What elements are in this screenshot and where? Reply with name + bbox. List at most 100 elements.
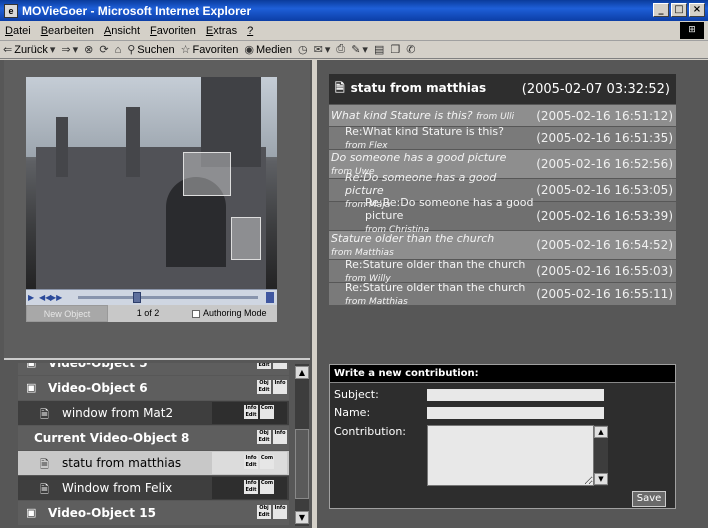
window-title: MOVieGoer - Microsoft Internet Explorer <box>22 3 252 18</box>
name-input[interactable] <box>427 407 604 419</box>
message-date: (2005-02-16 16:54:52) <box>536 238 673 252</box>
author-name: Flex <box>369 141 388 151</box>
object-edit-button[interactable]: Obj Edit <box>257 430 271 444</box>
rewind-icon[interactable]: ◀◀ <box>39 293 51 303</box>
search-button[interactable]: ⚲ Suchen <box>124 43 177 57</box>
star-icon: ☆ <box>180 44 191 56</box>
message-date: (2005-02-16 16:55:11) <box>536 287 673 301</box>
history-button[interactable]: ◷ <box>295 43 311 56</box>
list-item-selected[interactable]: 🗎 statu from matthias Info Edit Com <box>18 451 289 475</box>
authoring-checkbox[interactable] <box>192 309 200 318</box>
contribution-textarea[interactable] <box>427 425 594 486</box>
forward-button[interactable]: ⇒ ▾ <box>58 43 81 56</box>
video-object-icon: ▣ <box>26 381 37 394</box>
row-actions: Info Edit Com <box>212 452 287 474</box>
menu-item[interactable]: Datei <box>0 25 36 37</box>
refresh-button[interactable]: ⟳ <box>96 43 111 56</box>
play-icon[interactable]: ▶ <box>28 293 37 303</box>
hotspot-highlight[interactable] <box>183 152 231 196</box>
message-subject-block: Re:Stature older than the church from Mat… <box>345 281 525 307</box>
media-button[interactable]: ◉ Medien <box>241 43 295 57</box>
history-icon: ◷ <box>298 44 308 56</box>
video-object-header[interactable]: ▣ Video-Object 5 Obj EditInfo <box>18 363 289 375</box>
menu-item[interactable]: Bearbeiten <box>36 25 99 37</box>
scroll-down-icon[interactable]: ▼ <box>295 511 309 524</box>
object-edit-button[interactable]: Obj Edit <box>257 380 271 394</box>
list-scrollbar[interactable]: ▲ ▼ <box>295 364 309 526</box>
name-label: Name: <box>334 406 371 419</box>
menu-item[interactable]: Ansicht <box>99 25 145 37</box>
message-thread: 🗎 statu from matthias (2005-02-07 03:32:5… <box>329 74 676 307</box>
video-timeline[interactable] <box>78 296 258 299</box>
thread-message[interactable]: Re:Stature older than the church from Mat… <box>329 281 676 307</box>
comment-button[interactable]: Com <box>260 405 274 419</box>
menu-item[interactable]: Favoriten <box>145 25 201 37</box>
discuss-button[interactable]: ▤ <box>371 43 387 56</box>
save-button[interactable]: Save <box>632 491 666 507</box>
textarea-scrollbar[interactable]: ▲ ▼ <box>594 425 608 486</box>
step-icon[interactable]: ▶▶ <box>50 293 62 303</box>
thread-message[interactable]: What kind Stature is this? from Ulli (200… <box>329 105 676 126</box>
object-info-button[interactable]: Info <box>273 380 287 394</box>
maximize-button[interactable]: □ <box>671 3 687 17</box>
authoring-mode-toggle[interactable]: Authoring Mode <box>188 305 277 322</box>
back-button[interactable]: ⇐ Zurück ▾ <box>0 43 58 57</box>
comment-button[interactable]: Com <box>260 455 274 469</box>
video-object-header[interactable]: ▣ Video-Object 6 Obj Edit Info <box>18 376 289 400</box>
message-subject: Stature older than the church <box>331 232 495 245</box>
info-edit-button[interactable]: Info Edit <box>244 480 258 494</box>
list-item[interactable]: 🗎 window from Mat2 Info Edit Com <box>18 401 289 425</box>
message-subject-block: Re:Re:Do someone has a good picture from … <box>365 196 536 237</box>
object-edit-button[interactable]: Obj Edit <box>257 363 271 369</box>
thread-message[interactable]: Re:Re:Do someone has a good picture from … <box>329 196 676 235</box>
hotspot-highlight[interactable] <box>231 217 261 260</box>
info-edit-button[interactable]: Info Edit <box>244 405 258 419</box>
menu-item[interactable]: Extras <box>201 25 242 37</box>
chevron-down-icon: ▾ <box>324 44 331 56</box>
stop-icon: ⊗ <box>84 44 94 56</box>
message-author: from Matthias <box>345 297 408 307</box>
menu-item-mnemonic: ? <box>247 24 254 37</box>
print-button[interactable]: ⎙ <box>333 43 348 56</box>
video-object-icon: ▣ <box>26 506 37 519</box>
object-info-button[interactable]: Info <box>273 430 287 444</box>
message-date: (2005-02-16 16:52:56) <box>536 157 673 171</box>
edit-button[interactable]: ✎ ▾ <box>348 43 371 56</box>
stop-button[interactable]: ⊗ <box>81 43 96 56</box>
authoring-label: Authoring Mode <box>203 308 267 318</box>
messenger-button[interactable]: ❐ <box>387 43 403 56</box>
scroll-thumb[interactable] <box>295 429 309 499</box>
video-object-header[interactable]: ▣ Video-Object 15 Obj Edit Info <box>18 501 289 525</box>
timeline-thumb[interactable] <box>133 292 142 303</box>
page-content: ▶ ◀◀ ▶▶ New Object 1 of 2 Authoring Mode… <box>0 60 708 528</box>
favorites-button[interactable]: ☆ Favoriten <box>178 43 242 57</box>
from-prefix: from <box>476 112 501 122</box>
menu-item[interactable]: ? <box>242 25 258 37</box>
page-indicator: 1 of 2 <box>108 305 188 322</box>
message-subject-block: Stature older than the church from Matthi… <box>331 232 494 258</box>
from-prefix: from <box>345 141 370 151</box>
object-edit-button[interactable]: Obj Edit <box>257 505 271 519</box>
scroll-down-icon[interactable]: ▼ <box>594 473 608 485</box>
row-actions: Obj EditInfo <box>257 363 287 369</box>
comment-button[interactable]: Com <box>260 480 274 494</box>
video-panel: ▶ ◀◀ ▶▶ New Object 1 of 2 Authoring Mode <box>4 60 310 360</box>
thread-message[interactable]: Re:What kind Stature is this? from Flex (2… <box>329 125 676 151</box>
home-button[interactable]: ⌂ <box>112 44 125 56</box>
chat-button[interactable]: ✆ <box>403 43 418 56</box>
info-edit-button[interactable]: Info Edit <box>244 455 258 469</box>
scroll-up-icon[interactable]: ▲ <box>594 426 608 438</box>
list-item[interactable]: 🗎 Window from Felix Info Edit Com <box>18 476 289 500</box>
new-object-button[interactable]: New Object <box>26 305 108 322</box>
minimize-button[interactable]: _ <box>653 3 669 17</box>
mail-button[interactable]: ✉ ▾ <box>311 43 334 56</box>
subject-input[interactable] <box>427 389 604 401</box>
thread-message[interactable]: Re:Stature older than the church from Wil… <box>329 258 676 284</box>
close-button[interactable]: × <box>689 3 705 17</box>
scroll-up-icon[interactable]: ▲ <box>295 366 309 379</box>
video-bar: New Object 1 of 2 Authoring Mode <box>26 305 277 322</box>
object-info-button[interactable]: Info <box>273 505 287 519</box>
object-info-button[interactable]: Info <box>273 363 287 369</box>
video-object-header[interactable]: Current Video-Object 8 Obj Edit Info <box>18 426 289 450</box>
video-frame[interactable] <box>26 77 277 289</box>
